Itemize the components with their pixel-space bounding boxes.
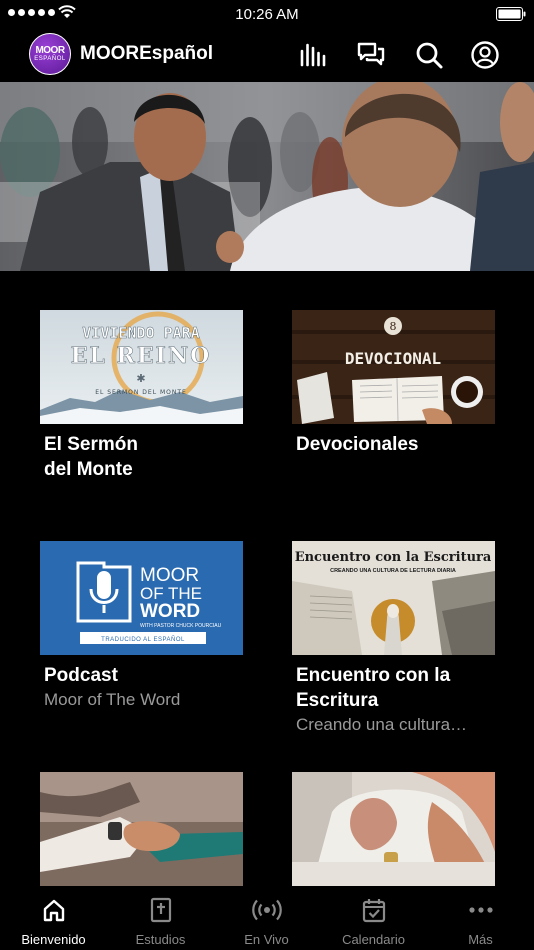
card-title: Podcast <box>44 665 118 686</box>
svg-text:✱: ✱ <box>136 372 145 385</box>
hero-photo <box>0 82 534 271</box>
more-icon <box>468 907 493 913</box>
thumb-text-moor: MOOR <box>140 565 199 586</box>
card-title: Encuentro con la Escritura <box>296 665 451 711</box>
card-podcast[interactable]: MOOR OF THE WORD WITH PASTOR CHUCK POURC… <box>40 541 243 712</box>
tab-en-vivo[interactable]: En Vivo <box>213 886 320 950</box>
audio-levels-icon[interactable] <box>298 40 328 70</box>
thumb-text-line2: EL REINO <box>71 343 212 369</box>
broadcast-icon <box>251 899 282 921</box>
profile-icon[interactable] <box>470 40 500 70</box>
tab-bienvenido[interactable]: Bienvenido <box>0 886 107 950</box>
hero-banner-image[interactable] <box>0 82 534 271</box>
logo-text-top: MOOR <box>35 44 65 56</box>
chat-icon[interactable] <box>356 40 386 70</box>
tab-label: Calendario <box>342 932 405 947</box>
card-thumbnail: 8 DEVOCIONAL <box>292 310 495 424</box>
search-icon[interactable] <box>414 40 444 70</box>
card-handshake[interactable] <box>40 772 243 886</box>
status-time: 10:26 AM <box>235 6 299 23</box>
card-thumbnail <box>292 772 495 886</box>
thumb-text-line3: EL SERMON DEL MONTE <box>95 389 187 396</box>
card-subtitle: Moor of The Word <box>44 690 181 709</box>
bible-icon <box>150 897 171 923</box>
tab-calendario[interactable]: Calendario <box>320 886 427 950</box>
tab-label: Estudios <box>135 932 186 947</box>
thumb-text-pastor: WITH PASTOR CHUCK POURCIAU <box>140 623 222 629</box>
card-encuentro-escritura[interactable]: Encuentro con la Escritura CREANDO UNA C… <box>292 541 495 737</box>
bottom-tab-bar: Bienvenido Estudios En Vivo Calendario M… <box>0 886 534 950</box>
app-title: MOOREspañol <box>80 43 214 64</box>
thumb-text-traducido: TRADUCIDO AL ESPAÑOL <box>101 636 185 643</box>
calendar-icon <box>362 899 385 923</box>
thumb-text-title: Encuentro con la Escritura <box>295 550 492 565</box>
card-thumbnail: VIVIENDO PARA EL REINO ✱ EL SERMON DEL M… <box>40 310 243 424</box>
card-subtitle: Creando una cultura… <box>296 715 468 734</box>
app-logo[interactable]: MOOR ESPAÑOL <box>29 33 71 75</box>
card-devocionales[interactable]: 8 DEVOCIONAL Devocionales <box>292 310 495 457</box>
svg-text:8: 8 <box>390 320 397 333</box>
status-bar: 10:26 AM <box>0 0 534 28</box>
tab-label: Más <box>468 932 493 947</box>
card-title: Devocionales <box>296 434 419 455</box>
app-header: MOOR ESPAÑOL MOOREspañol <box>0 28 534 82</box>
tab-label: Bienvenido <box>21 932 86 947</box>
tab-label: En Vivo <box>244 932 289 947</box>
thumb-text-word: WORD <box>140 601 200 622</box>
tab-estudios[interactable]: Estudios <box>107 886 214 950</box>
thumb-text-subtitle: CREANDO UNA CULTURA DE LECTURA DIARIA <box>330 568 456 574</box>
home-icon <box>43 899 64 922</box>
card-sermon-del-monte[interactable]: VIVIENDO PARA EL REINO ✱ EL SERMON DEL M… <box>40 310 243 482</box>
thumb-text-line1: VIVIENDO PARA <box>82 324 199 342</box>
battery-icon <box>496 7 526 21</box>
card-prayer[interactable] <box>292 772 495 886</box>
logo-text-bottom: ESPAÑOL <box>34 55 66 62</box>
thumb-text: DEVOCIONAL <box>345 349 441 368</box>
card-thumbnail <box>40 772 243 886</box>
tab-mas[interactable]: Más <box>427 886 534 950</box>
card-title: El Sermón del Monte <box>44 434 138 480</box>
card-thumbnail: Encuentro con la Escritura CREANDO UNA C… <box>292 541 495 655</box>
card-thumbnail: MOOR OF THE WORD WITH PASTOR CHUCK POURC… <box>40 541 243 655</box>
